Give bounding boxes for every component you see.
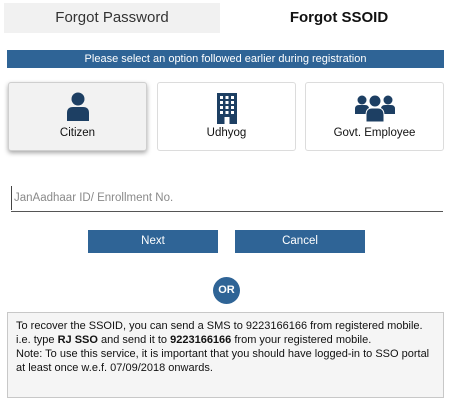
option-govt-employee[interactable]: Govt. Employee xyxy=(305,82,444,151)
option-udhyog[interactable]: Udhyog xyxy=(157,82,296,151)
or-divider: OR xyxy=(213,277,240,304)
option-label: Udhyog xyxy=(206,127,247,139)
sms-number: 9223166166 xyxy=(170,334,232,346)
info-text: and send it to xyxy=(97,334,171,346)
janaadhaar-input[interactable] xyxy=(11,186,443,210)
option-label: Citizen xyxy=(59,127,96,139)
sms-info-box: To recover the SSOID, you can send a SMS… xyxy=(7,312,444,398)
tab-forgot-password[interactable]: Forgot Password xyxy=(4,3,220,33)
option-label: Govt. Employee xyxy=(333,127,416,139)
janaadhaar-field xyxy=(11,186,443,212)
info-note: Note: To use this service, it is importa… xyxy=(16,348,430,374)
instruction-banner: Please select an option followed earlier… xyxy=(7,50,444,68)
tab-bar: Forgot Password Forgot SSOID xyxy=(0,0,455,34)
info-line-1: To recover the SSOID, you can send a SMS… xyxy=(16,320,423,332)
cancel-button[interactable]: Cancel xyxy=(235,230,365,253)
next-button[interactable]: Next xyxy=(88,230,218,253)
sms-code: RJ SSO xyxy=(57,334,98,346)
info-text: from your registered mobile. xyxy=(231,334,372,346)
tab-forgot-ssoid[interactable]: Forgot SSOID xyxy=(228,3,450,33)
info-line-2: i.e. type RJ SSO and send it to 92231661… xyxy=(16,333,435,347)
building-icon xyxy=(158,92,295,124)
option-citizen[interactable]: Citizen xyxy=(8,82,147,151)
person-icon xyxy=(9,92,146,122)
info-text: i.e. type xyxy=(16,334,58,346)
group-icon xyxy=(306,92,443,122)
